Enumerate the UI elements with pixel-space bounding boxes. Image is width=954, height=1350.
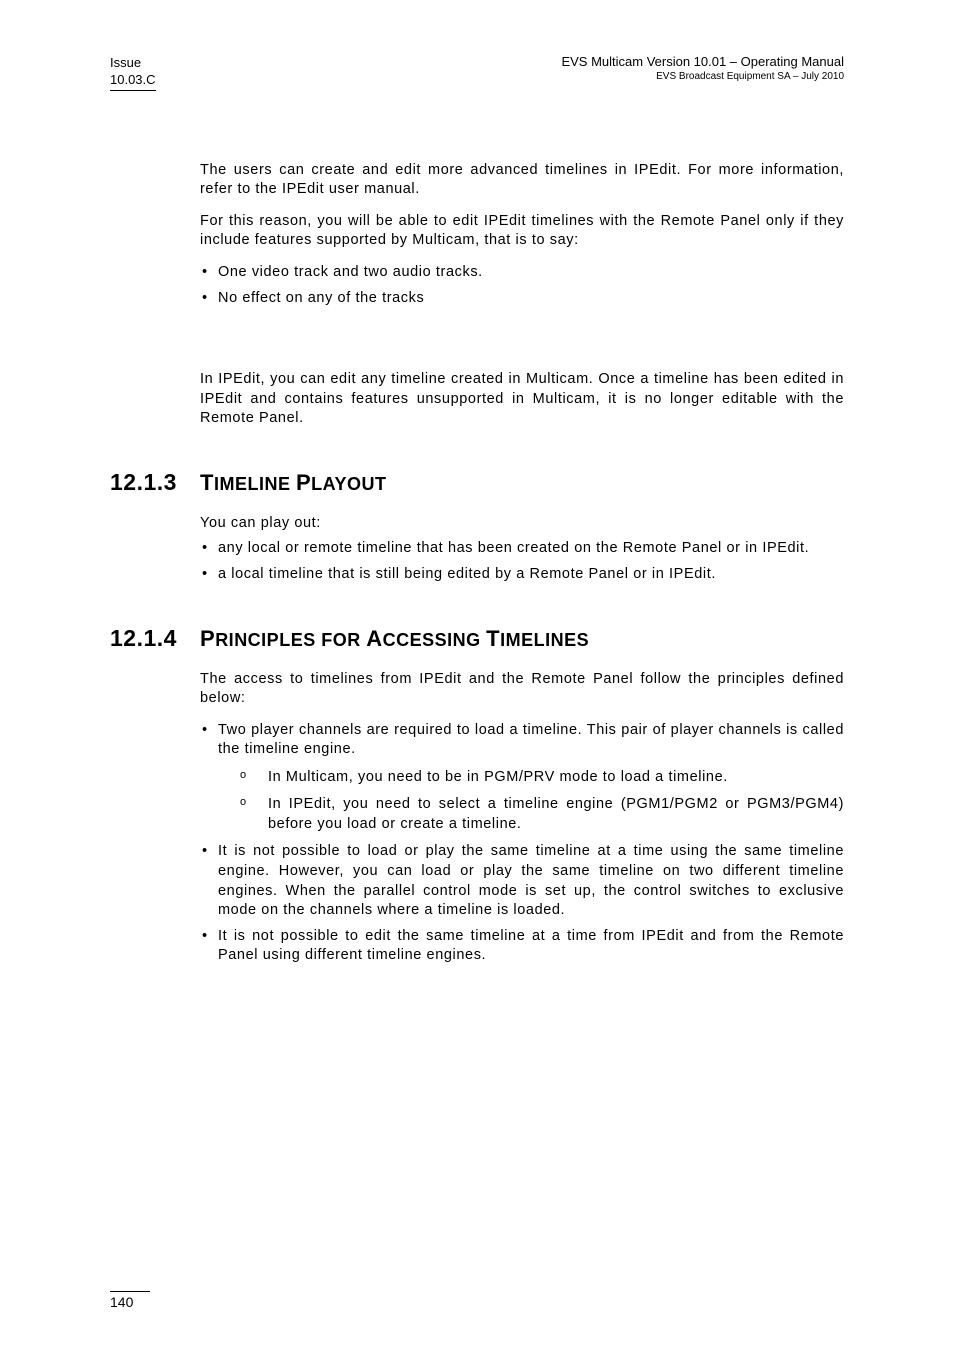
bullet-list: Two player channels are required to load… xyxy=(200,721,844,966)
section-title: TIMELINE PLAYOUT xyxy=(200,470,387,496)
bullet-list: any local or remote timeline that has be… xyxy=(200,539,844,584)
list-item: any local or remote timeline that has be… xyxy=(200,539,844,559)
manual-subtitle: EVS Broadcast Equipment SA – July 2010 xyxy=(656,71,844,82)
paragraph: The users can create and edit more advan… xyxy=(200,161,844,200)
section-heading-12-1-3: 12.1.3 TIMELINE PLAYOUT xyxy=(110,469,844,496)
header-left: Issue 10.03.C xyxy=(110,55,156,91)
section-content: The access to timelines from IPEdit and … xyxy=(200,670,844,966)
list-item: It is not possible to load or play the s… xyxy=(200,842,844,920)
list-item: One video track and two audio tracks. xyxy=(200,263,844,283)
paragraph: You can play out: xyxy=(200,514,844,534)
list-item: a local timeline that is still being edi… xyxy=(200,565,844,585)
page-number: 140 xyxy=(110,1294,133,1310)
section-heading-12-1-4: 12.1.4 PRINCIPLES FOR ACCESSING TIMELINE… xyxy=(110,625,844,652)
page-footer: 140 xyxy=(110,1291,150,1310)
list-item: In IPEdit, you need to select a timeline… xyxy=(218,795,844,834)
issue-label: Issue xyxy=(110,55,141,70)
sub-bullet-list: In Multicam, you need to be in PGM/PRV m… xyxy=(218,768,844,835)
issue-value: 10.03.C xyxy=(110,72,156,87)
paragraph: For this reason, you will be able to edi… xyxy=(200,212,844,251)
section-number: 12.1.4 xyxy=(110,625,200,652)
section-content: You can play out: any local or remote ti… xyxy=(200,514,844,585)
header-right: EVS Multicam Version 10.01 – Operating M… xyxy=(561,55,844,82)
list-item: Two player channels are required to load… xyxy=(200,721,844,835)
section-number: 12.1.3 xyxy=(110,469,200,496)
bullet-list: One video track and two audio tracks. No… xyxy=(200,263,844,308)
manual-title: EVS Multicam Version 10.01 – Operating M… xyxy=(561,54,844,69)
document-page: Issue 10.03.C EVS Multicam Version 10.01… xyxy=(0,0,954,1350)
list-item: In Multicam, you need to be in PGM/PRV m… xyxy=(218,768,844,788)
list-item: It is not possible to edit the same time… xyxy=(200,927,844,966)
section-title: PRINCIPLES FOR ACCESSING TIMELINES xyxy=(200,626,589,652)
spacer xyxy=(200,320,844,370)
paragraph: In IPEdit, you can edit any timeline cre… xyxy=(200,370,844,429)
body-content: The users can create and edit more advan… xyxy=(200,161,844,429)
list-item: No effect on any of the tracks xyxy=(200,289,844,309)
page-header: Issue 10.03.C EVS Multicam Version 10.01… xyxy=(110,55,844,91)
paragraph: The access to timelines from IPEdit and … xyxy=(200,670,844,709)
